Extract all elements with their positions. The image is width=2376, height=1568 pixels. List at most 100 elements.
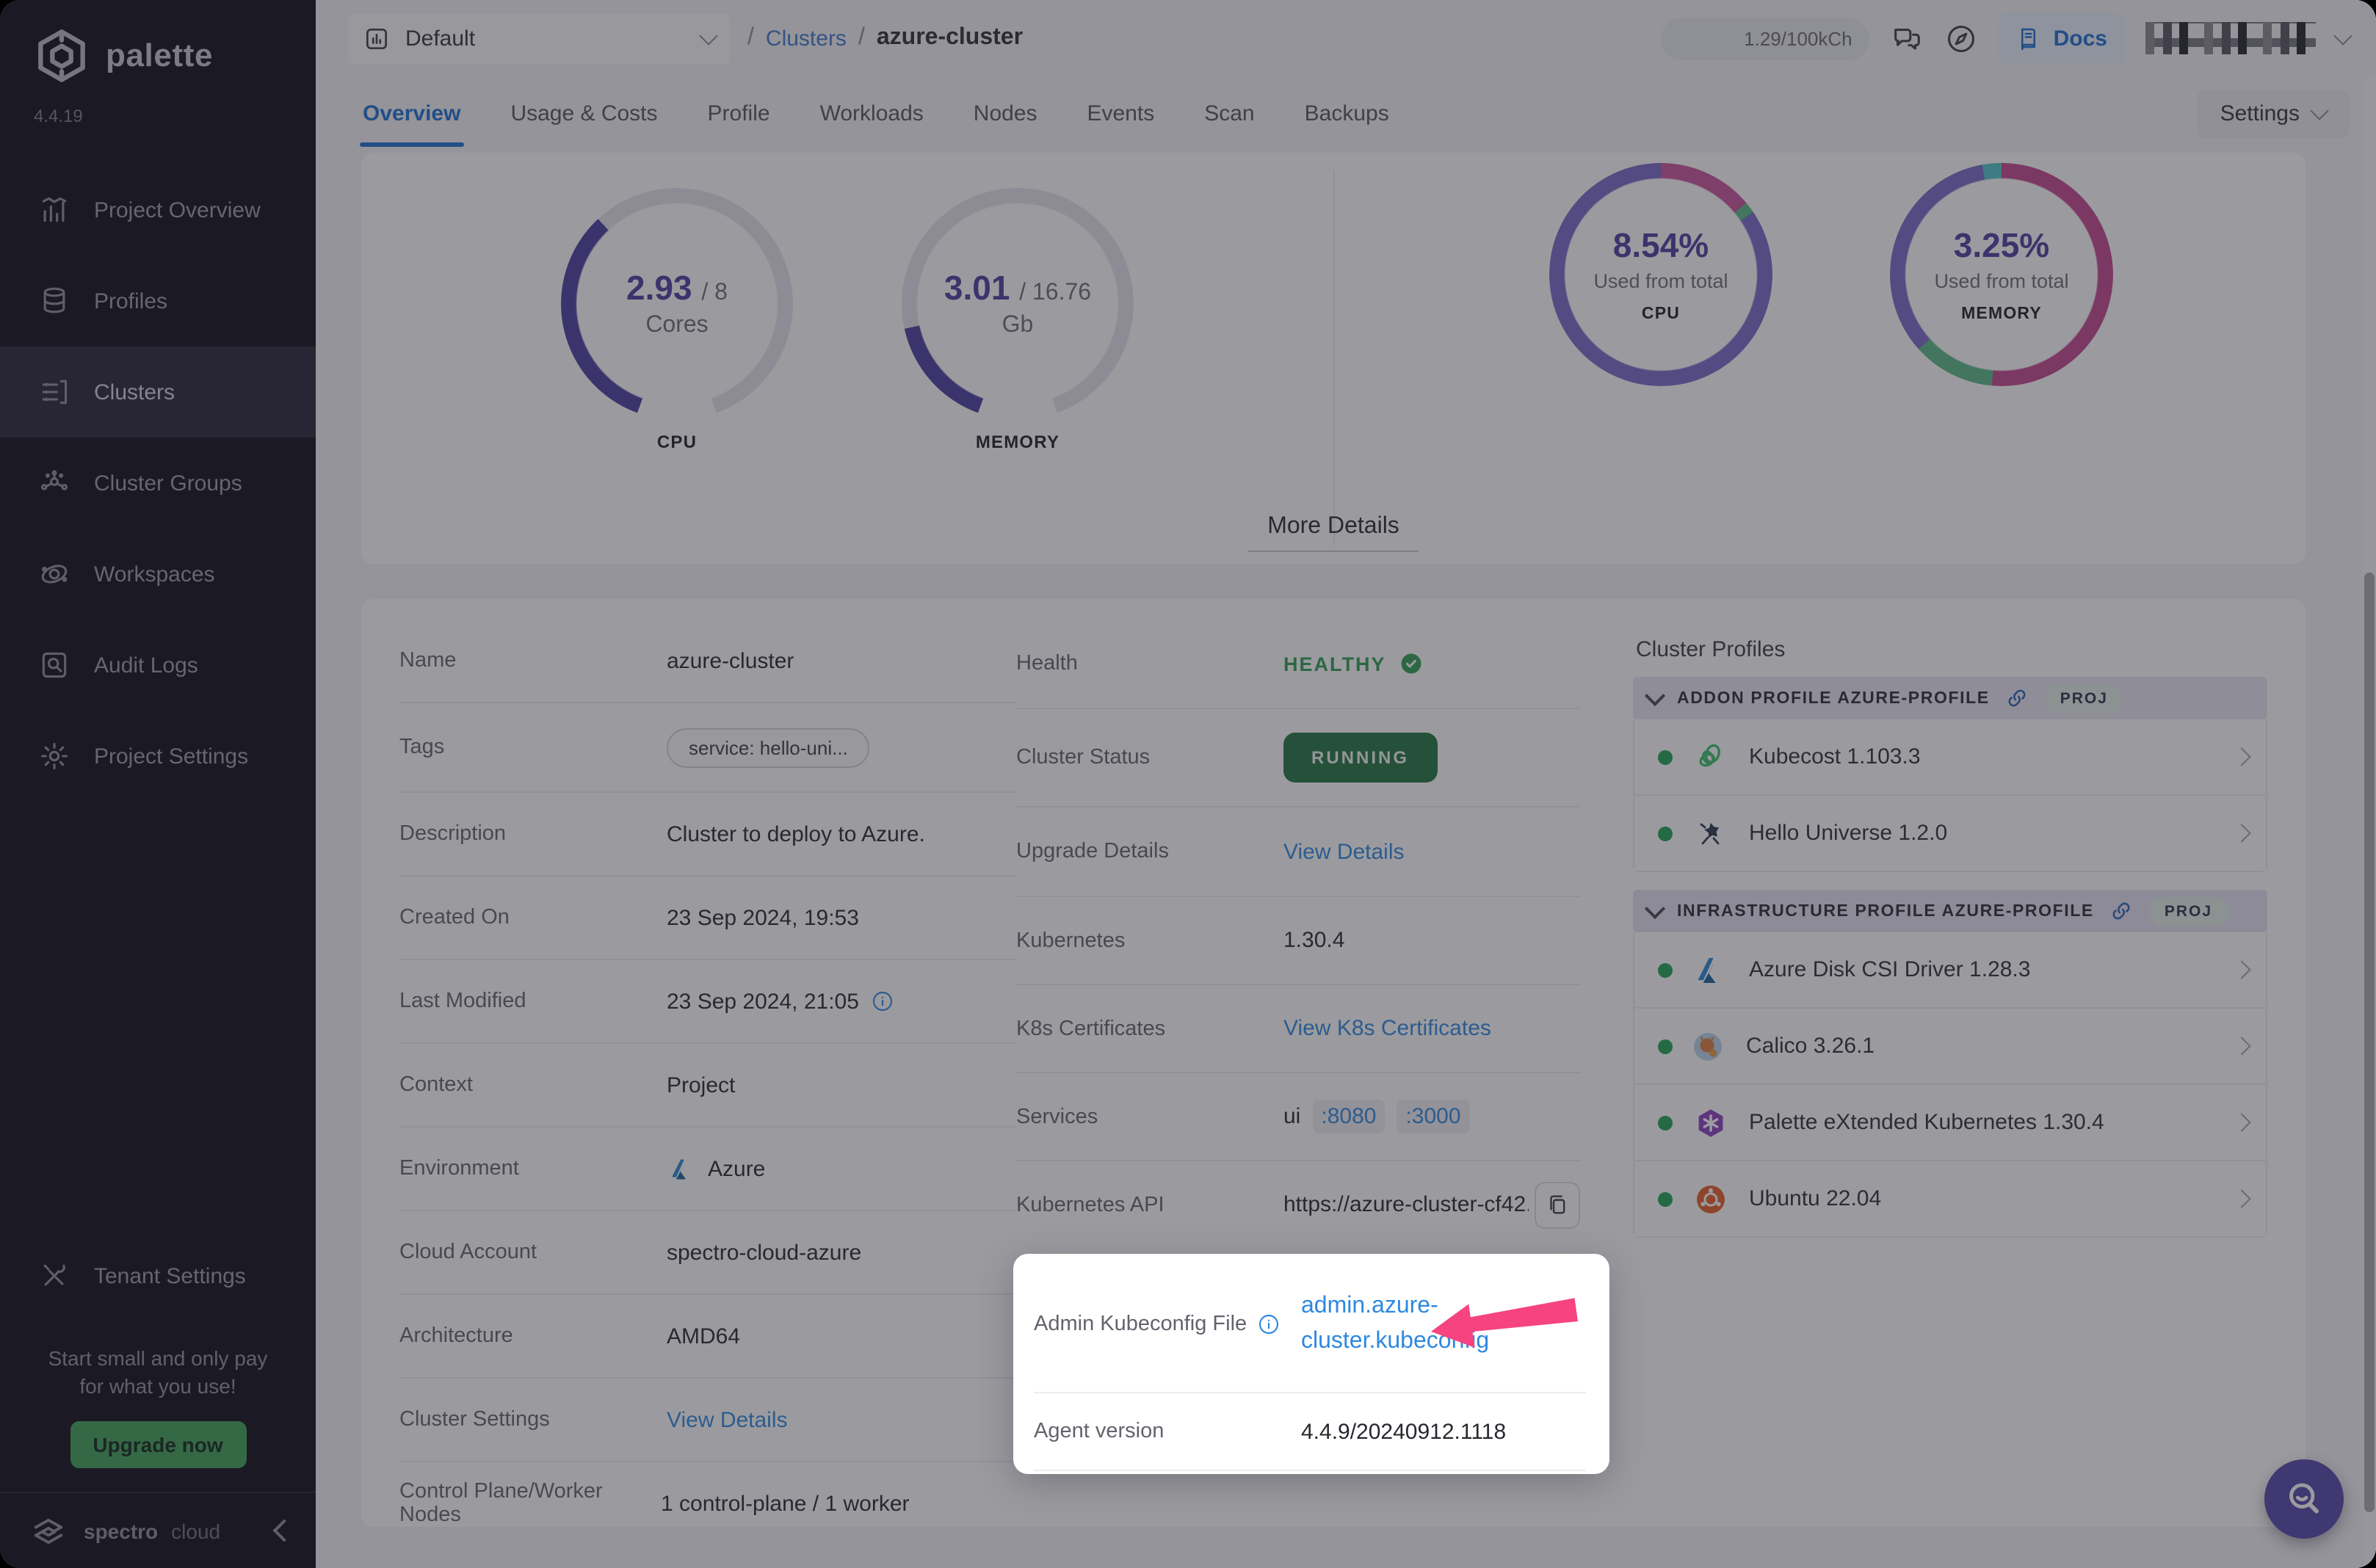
project-chart-icon xyxy=(363,24,391,52)
tab-scan[interactable]: Scan xyxy=(1201,81,1257,147)
proj-scope-badge: PROJ xyxy=(2044,683,2124,713)
more-details-button[interactable]: More Details xyxy=(1248,514,1419,552)
tag-pill[interactable]: service: hello-uni... xyxy=(667,727,870,767)
status-row-services: Services ui :8080 :3000 xyxy=(1016,1073,1580,1161)
scrollbar-track[interactable] xyxy=(2363,76,2376,1568)
sidebar-item-label: Profiles xyxy=(94,288,167,313)
profile-item-hello-universe[interactable]: Hello Universe 1.2.0 xyxy=(1634,796,2266,871)
tab-events[interactable]: Events xyxy=(1084,81,1158,147)
cluster-settings-view-details-link[interactable]: View Details xyxy=(667,1407,788,1432)
sidebar: palette 4.4.19 Project Overview Profiles xyxy=(0,0,316,1568)
infrastructure-profile-list: Azure Disk CSI Driver 1.28.3 Calico 3.26… xyxy=(1633,932,2267,1238)
detail-row-nodes: Control Plane/Worker Nodes 1 control-pla… xyxy=(399,1462,1016,1545)
docs-button[interactable]: Docs xyxy=(1999,13,2125,63)
user-menu-chevron-icon[interactable] xyxy=(2333,26,2352,44)
sidebar-item-clusters[interactable]: Clusters xyxy=(0,346,316,438)
annotation-arrow-icon xyxy=(1427,1292,1580,1351)
tab-profile[interactable]: Profile xyxy=(705,81,773,147)
profile-item-calico[interactable]: Calico 3.26.1 xyxy=(1634,1009,2266,1085)
addon-profile-list: Kubecost 1.103.3 Hello Universe 1.2.0 xyxy=(1633,719,2267,872)
sidebar-item-audit-logs[interactable]: Audit Logs xyxy=(0,620,316,711)
sidebar-nav: Project Overview Profiles Clusters Clust… xyxy=(0,164,316,802)
gauge-caption: CPU xyxy=(552,432,802,452)
crossed-tools-icon xyxy=(38,1260,70,1292)
copy-api-url-button[interactable] xyxy=(1535,1181,1580,1228)
palette-logo-icon xyxy=(32,26,91,85)
usage-credit-pill: 1.29/100kCh xyxy=(1662,17,1870,59)
info-icon[interactable] xyxy=(871,990,894,1013)
status-dot xyxy=(1658,1191,1673,1206)
view-k8s-certificates-link[interactable]: View K8s Certificates xyxy=(1283,1016,1491,1041)
tab-workloads[interactable]: Workloads xyxy=(817,81,927,147)
detail-row-cluster-settings: Cluster Settings View Details xyxy=(399,1379,1016,1462)
cluster-tabs: Overview Usage & Costs Profile Workloads… xyxy=(316,76,2376,151)
hello-universe-icon xyxy=(1692,814,1730,852)
service-port-3000-link[interactable]: :3000 xyxy=(1397,1100,1469,1133)
book-icon xyxy=(2017,25,2043,51)
infrastructure-profile-header[interactable]: INFRASTRUCTURE PROFILE AZURE-PROFILE PRO… xyxy=(1633,890,2267,932)
bar-chart-icon xyxy=(38,194,70,226)
cluster-profiles-title: Cluster Profiles xyxy=(1636,637,2267,662)
running-badge: RUNNING xyxy=(1283,733,1437,783)
compass-icon[interactable] xyxy=(1945,21,1979,55)
memory-gb-gauge: 3.01 / 16.76 Gb MEMORY xyxy=(893,188,1142,452)
spectro-cloud-logo-icon xyxy=(26,1511,70,1550)
tab-overview[interactable]: Overview xyxy=(360,81,463,147)
sidebar-item-profiles[interactable]: Profiles xyxy=(0,255,316,346)
divider xyxy=(1333,170,1335,546)
upgrade-now-button[interactable]: Upgrade now xyxy=(70,1421,246,1468)
profile-item-ubuntu[interactable]: Ubuntu 22.04 xyxy=(1634,1161,2266,1236)
service-port-8080-link[interactable]: :8080 xyxy=(1312,1100,1385,1133)
settings-button[interactable]: Settings xyxy=(2197,90,2350,138)
upgrade-view-details-link[interactable]: View Details xyxy=(1283,839,1405,864)
info-icon[interactable] xyxy=(1257,1313,1281,1336)
profile-item-palette-extended-kubernetes[interactable]: Palette eXtended Kubernetes 1.30.4 xyxy=(1634,1085,2266,1161)
server-rack-icon xyxy=(38,376,70,408)
sidebar-item-project-overview[interactable]: Project Overview xyxy=(0,164,316,255)
tab-nodes[interactable]: Nodes xyxy=(971,81,1040,147)
topbar: Default / Clusters / azure-cluster 1.29/… xyxy=(316,0,2376,76)
palette-app-window: palette 4.4.19 Project Overview Profiles xyxy=(0,0,2376,1568)
profile-item-kubecost[interactable]: Kubecost 1.103.3 xyxy=(1634,719,2266,796)
sidebar-item-workspaces[interactable]: Workspaces xyxy=(0,529,316,620)
orbit-icon xyxy=(38,558,70,590)
addon-profile-header[interactable]: ADDON PROFILE AZURE-PROFILE PROJ xyxy=(1633,677,2267,719)
sidebar-item-label: Project Overview xyxy=(94,197,261,222)
profile-item-azure-disk-csi[interactable]: Azure Disk CSI Driver 1.28.3 xyxy=(1634,932,2266,1009)
sidebar-item-tenant-settings[interactable]: Tenant Settings xyxy=(0,1230,316,1321)
scrollbar-thumb[interactable] xyxy=(2364,573,2375,1512)
sidebar-item-cluster-groups[interactable]: Cluster Groups xyxy=(0,438,316,529)
assistant-search-fab[interactable] xyxy=(2264,1459,2344,1539)
link-chain-icon[interactable] xyxy=(2004,686,2029,711)
azure-icon xyxy=(667,1154,696,1183)
breadcrumb-current: azure-cluster xyxy=(877,25,1023,51)
breadcrumb-clusters-link[interactable]: Clusters xyxy=(766,26,847,51)
sidebar-item-label: Tenant Settings xyxy=(94,1263,246,1288)
collapse-sidebar-icon[interactable] xyxy=(272,1519,295,1542)
proj-scope-badge: PROJ xyxy=(2148,896,2228,926)
user-menu-redacted[interactable] xyxy=(2145,22,2316,54)
status-row-kubernetes: Kubernetes 1.30.4 xyxy=(1016,897,1580,985)
admin-kubeconfig-highlight: Admin Kubeconfig File admin.azure-cluste… xyxy=(1013,1254,1609,1474)
usage-gauges-card: 2.93 / 8 Cores CPU 3.01 / 16.76 Gb MEMOR… xyxy=(361,153,2306,564)
chevron-down-icon xyxy=(2310,101,2328,120)
project-selector[interactable]: Default xyxy=(348,12,730,64)
copy-icon xyxy=(1545,1192,1570,1217)
detail-row-name: Name azure-cluster xyxy=(399,620,1016,703)
main-area: Default / Clusters / azure-cluster 1.29/… xyxy=(316,0,2376,1568)
sidebar-item-project-settings[interactable]: Project Settings xyxy=(0,711,316,802)
cpu-usage-donut: 8.54% Used from total CPU xyxy=(1536,163,1786,386)
status-dot xyxy=(1658,749,1673,764)
tab-usage-costs[interactable]: Usage & Costs xyxy=(507,81,660,147)
detail-row-architecture: Architecture AMD64 xyxy=(399,1295,1016,1379)
chevron-right-icon xyxy=(2232,824,2250,842)
chat-icon[interactable] xyxy=(1891,21,1924,55)
brand-name: palette xyxy=(106,37,213,75)
palette-logo[interactable]: palette xyxy=(0,0,316,85)
detail-row-environment: Environment Azure xyxy=(399,1128,1016,1211)
link-chain-icon[interactable] xyxy=(2109,899,2134,923)
doc-magnifier-icon xyxy=(38,649,70,681)
health-status: HEALTHY xyxy=(1283,653,1386,675)
tab-backups[interactable]: Backups xyxy=(1302,81,1392,147)
chevron-down-icon xyxy=(1645,686,1665,706)
